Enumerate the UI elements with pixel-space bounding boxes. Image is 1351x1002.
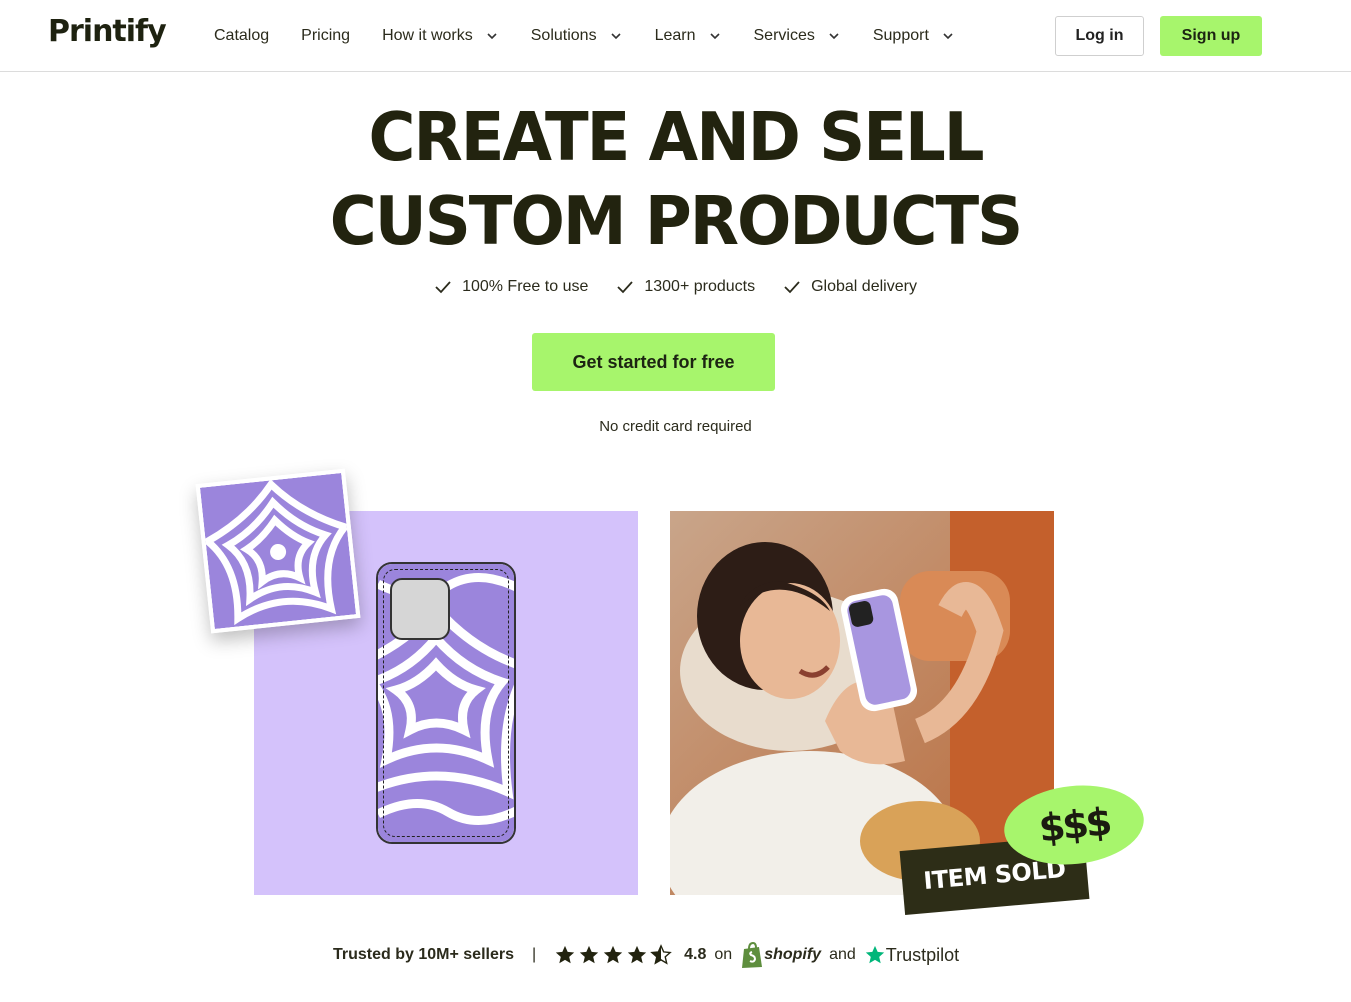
nav-learn-label: Learn [654,27,696,44]
separator: | [531,946,537,963]
nav-services[interactable]: Services [754,27,841,45]
chevron-down-icon [709,33,720,40]
nav-catalog[interactable]: Catalog [214,27,269,45]
customer-photo [670,511,1054,895]
on-text: on [714,946,733,963]
chevron-down-icon [611,33,621,40]
trustpilot-star-icon [865,945,884,964]
trustpilot-label: Trustpilot [885,944,960,965]
main-nav: Catalog Pricing How it works Solutions L… [214,0,987,72]
nav-catalog-label: Catalog [214,27,270,44]
nav-solutions[interactable]: Solutions [531,27,623,45]
nav-learn[interactable]: Learn [655,27,722,45]
login-button[interactable]: Log in [1055,16,1144,56]
get-started-button[interactable]: Get started for free [532,333,775,391]
feature-label: Global delivery [811,278,917,295]
chevron-down-icon [829,33,839,40]
rating-value: 4.8 [684,946,707,963]
check-icon [784,281,800,294]
nav-services-label: Services [753,27,815,44]
star-rating [554,944,674,966]
nav-pricing-label: Pricing [301,27,351,44]
hero-title: CREATE AND SELL CUSTOM PRODUCTS [0,96,1351,264]
nav-how-it-works[interactable]: How it works [382,27,499,45]
nav-support-label: Support [872,27,929,44]
nav-solutions-label: Solutions [530,27,597,44]
hero-title-line2: CUSTOM PRODUCTS [329,183,1023,261]
feature-list: 100% Free to use 1300+ products Global d… [0,278,1351,296]
check-icon [617,281,634,294]
hero-title-line1: CREATE AND SELL [368,99,984,177]
half-star-icon [650,944,672,965]
feature-label: 1300+ products [644,278,756,295]
star-icon [555,945,575,964]
trust-bar: Trusted by 10M+ sellers | 4.8 on shopify… [333,940,959,970]
printify-logo[interactable]: Printify [48,14,167,49]
check-icon [435,281,451,294]
star-icon [579,945,599,964]
nav-how-it-works-label: How it works [382,27,473,44]
star-icon [627,945,647,964]
star-icon [603,945,623,964]
shopify-logo[interactable]: shopify [740,941,821,969]
feature-label: 100% Free to use [462,278,589,295]
pattern-swatch [195,468,361,634]
feature-item: 1300+ products [616,278,755,296]
feature-item: Global delivery [783,278,917,296]
nav-support[interactable]: Support [873,27,955,45]
woman-with-phone-image [670,511,1054,895]
no-credit-card-note: No credit card required [599,418,752,435]
nav-pricing[interactable]: Pricing [301,27,350,45]
signup-button[interactable]: Sign up [1160,16,1262,56]
swirl-pattern-image [199,472,357,630]
phone-case-mockup [376,562,516,844]
shopify-label: shopify [764,946,822,963]
site-header: Printify Catalog Pricing How it works So… [0,0,1351,72]
trustpilot-logo[interactable]: Trustpilot [864,944,959,966]
feature-item: 100% Free to use [434,278,588,296]
chevron-down-icon [943,33,953,40]
camera-cutout [390,578,450,640]
chevron-down-icon [487,33,497,40]
shopify-bag-icon [742,941,763,968]
trusted-sellers-text: Trusted by 10M+ sellers [333,946,514,963]
and-text: and [829,946,856,963]
